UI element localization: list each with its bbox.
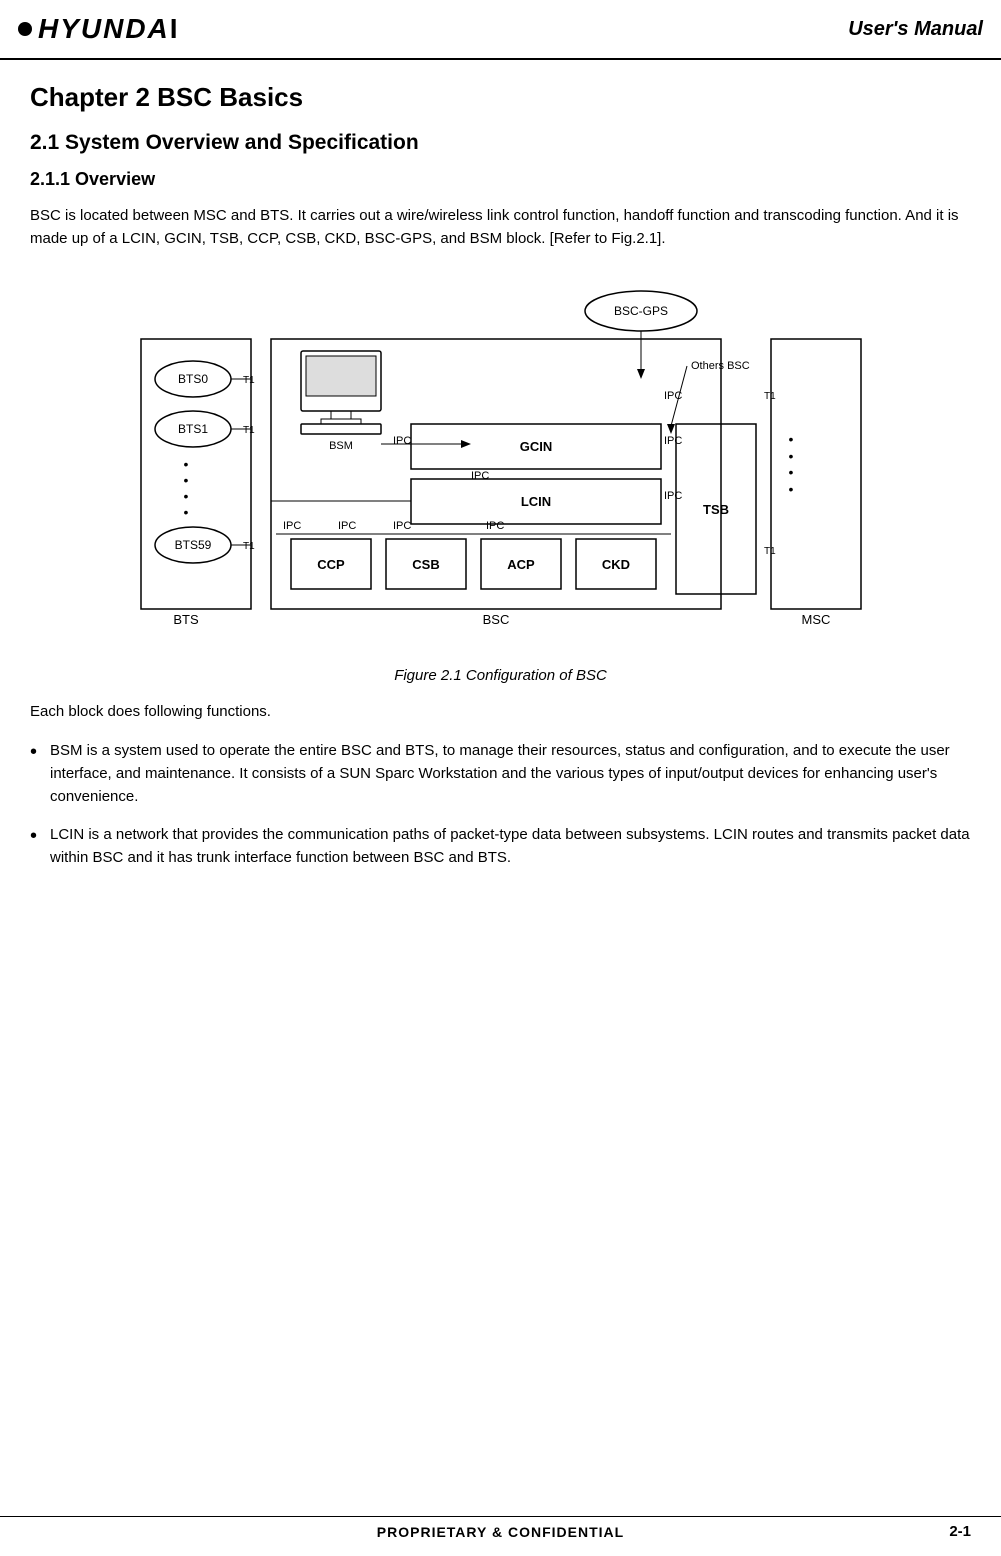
logo-dot-icon — [18, 22, 32, 36]
svg-text:IPC: IPC — [664, 390, 682, 402]
footer-proprietary: PROPRIETARY & CONFIDENTIAL — [90, 1524, 911, 1540]
svg-text:BTS59: BTS59 — [174, 538, 211, 552]
svg-text:BSC-GPS: BSC-GPS — [613, 304, 667, 318]
svg-text:T1: T1 — [243, 541, 255, 552]
page-header: HYUNDAI User's Manual — [0, 0, 1001, 60]
logo-text: HYUNDAI — [38, 13, 180, 45]
svg-text:•: • — [183, 504, 188, 520]
svg-text:IPC: IPC — [338, 520, 356, 532]
svg-text:IPC: IPC — [283, 520, 301, 532]
body-text-1: BSC is located between MSC and BTS. It c… — [30, 204, 971, 251]
section-title: 2.1 System Overview and Specification — [30, 131, 971, 155]
svg-text:•: • — [788, 481, 793, 497]
svg-text:•: • — [183, 488, 188, 504]
bullet-dot-1: • — [30, 737, 44, 768]
svg-text:•: • — [788, 448, 793, 464]
svg-text:T1: T1 — [243, 425, 255, 436]
svg-text:BTS: BTS — [173, 612, 199, 627]
bullet-text-2: LCIN is a network that provides the comm… — [50, 823, 971, 870]
svg-text:•: • — [183, 456, 188, 472]
svg-text:BSM: BSM — [329, 440, 353, 452]
bullet-item-2: • LCIN is a network that provides the co… — [30, 823, 971, 870]
header-title: User's Manual — [848, 18, 983, 41]
bullet-text-1: BSM is a system used to operate the enti… — [50, 739, 971, 809]
footer-page-number: 2-1 — [911, 1523, 971, 1540]
svg-text:•: • — [183, 472, 188, 488]
svg-text:BTS1: BTS1 — [177, 422, 207, 436]
svg-text:IPC: IPC — [393, 520, 411, 532]
svg-text:T1: T1 — [243, 375, 255, 386]
chapter-title: Chapter 2 BSC Basics — [30, 82, 971, 113]
diagram-container: BTS BTS0 BTS1 • • • • BTS59 T1 T1 T1 BSC — [30, 269, 971, 659]
bullet-section: • BSM is a system used to operate the en… — [30, 739, 971, 869]
logo-area: HYUNDAI — [18, 13, 180, 45]
svg-text:LCIN: LCIN — [520, 494, 550, 509]
svg-text:IPC: IPC — [471, 470, 489, 482]
svg-text:IPC: IPC — [664, 490, 682, 502]
svg-text:CKD: CKD — [601, 557, 629, 572]
svg-text:MSC: MSC — [801, 612, 830, 627]
body-text-2: Each block does following functions. — [30, 700, 971, 723]
svg-text:T1: T1 — [764, 546, 776, 557]
svg-text:IPC: IPC — [486, 520, 504, 532]
svg-text:BSC: BSC — [482, 612, 509, 627]
svg-text:T1: T1 — [764, 391, 776, 402]
page-footer: PROPRIETARY & CONFIDENTIAL 2-1 — [0, 1516, 1001, 1540]
figure-caption: Figure 2.1 Configuration of BSC — [30, 667, 971, 684]
bullet-item-1: • BSM is a system used to operate the en… — [30, 739, 971, 809]
main-content: Chapter 2 BSC Basics 2.1 System Overview… — [0, 60, 1001, 913]
svg-text:IPC: IPC — [393, 435, 411, 447]
svg-text:•: • — [788, 431, 793, 447]
bullet-dot-2: • — [30, 821, 44, 852]
subsection-title: 2.1.1 Overview — [30, 169, 971, 190]
svg-text:CCP: CCP — [317, 557, 345, 572]
svg-text:•: • — [788, 464, 793, 480]
svg-text:TSB: TSB — [703, 502, 729, 517]
svg-text:IPC: IPC — [664, 435, 682, 447]
svg-text:BTS0: BTS0 — [177, 372, 207, 386]
bsc-diagram: BTS BTS0 BTS1 • • • • BTS59 T1 T1 T1 BSC — [131, 269, 871, 659]
svg-text:ACP: ACP — [507, 557, 535, 572]
svg-text:Others BSC: Others BSC — [691, 360, 750, 372]
svg-text:GCIN: GCIN — [519, 439, 552, 454]
svg-text:CSB: CSB — [412, 557, 439, 572]
